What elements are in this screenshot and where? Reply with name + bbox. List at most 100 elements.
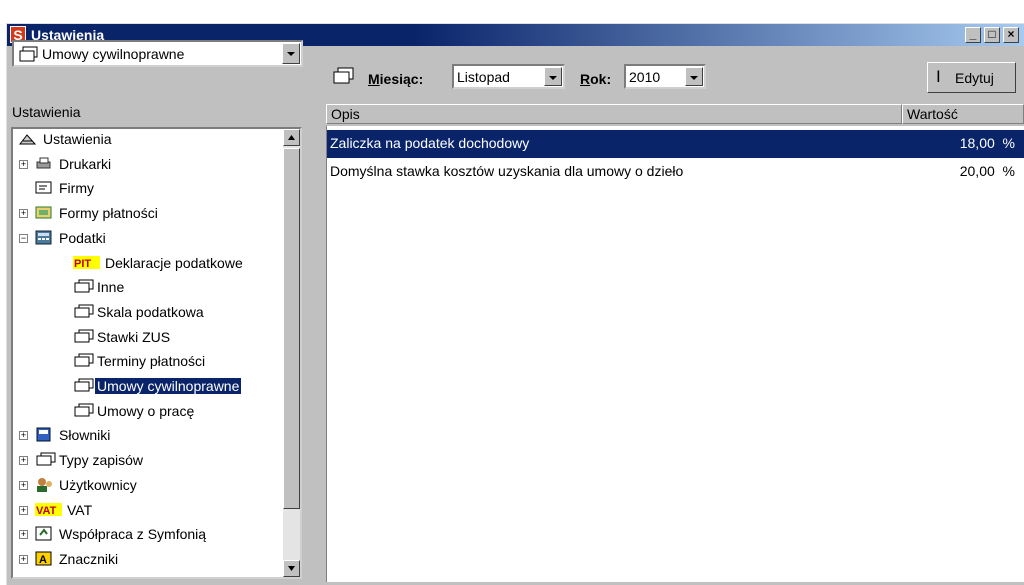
tree-item[interactable]: + A Znaczniki — [13, 549, 285, 573]
printer-icon — [35, 156, 52, 171]
tree-item-label: Stawki ZUS — [97, 328, 171, 345]
tree-item-label: Słowniki — [59, 427, 111, 444]
marker-icon: A — [35, 551, 52, 566]
svg-text:A: A — [39, 554, 47, 566]
chevron-down-icon[interactable] — [282, 43, 300, 64]
tree-item-label: Typy zapisów — [59, 452, 144, 469]
expand-icon[interactable]: + — [19, 505, 28, 515]
tree-item-label: Terminy płatności — [97, 353, 206, 370]
table-row[interactable]: Domyślna stawka kosztów uzyskania dla um… — [327, 158, 1024, 186]
cell-opis: Zaliczka na podatek dochodowy — [330, 135, 530, 151]
folder-tab-icon — [73, 378, 94, 393]
tree-item[interactable]: + Typy zapisów — [13, 450, 285, 474]
year-select-value: 2010 — [629, 69, 661, 85]
tree-item-label: Inne — [97, 279, 125, 296]
folder-tab-icon — [332, 66, 356, 89]
month-select-value: Listopad — [457, 69, 510, 85]
settings-grid[interactable]: Zaliczka na podatek dochodowy 18,00 % Domy… — [326, 126, 1024, 582]
folder-tab-icon — [19, 45, 39, 66]
svg-text:PIT: PIT — [74, 258, 91, 270]
tree-scrollbar[interactable] — [283, 129, 300, 577]
folder-tab-icon — [73, 304, 94, 319]
text-cursor-icon: I — [936, 67, 941, 86]
tree-item[interactable]: Umowy o pracę — [13, 401, 285, 425]
tree-item-label: Skala podatkowa — [97, 303, 204, 320]
cell-wartosc: 20,00 % — [959, 163, 1015, 179]
folder-tab-icon — [73, 329, 94, 344]
scroll-up-button[interactable] — [283, 129, 300, 146]
settings-tree[interactable]: Ustawienia + Drukarki Firmy + Formy płatności… — [11, 127, 302, 579]
calculator-icon — [35, 230, 52, 245]
tree-item-label: Firmy — [59, 180, 94, 197]
tree-item[interactable]: + Użytkownicy — [13, 475, 285, 499]
tree-item[interactable]: PIT Deklaracje podatkowe — [13, 253, 285, 277]
month-label: Miesiąc: — [368, 71, 424, 87]
tree-item-label: Współpraca z Symfonią — [59, 526, 207, 543]
expand-icon[interactable]: + — [19, 480, 28, 490]
settings-category-select[interactable]: Umowy cywilnoprawne — [12, 40, 303, 67]
tree-item[interactable]: Umowy cywilnoprawne — [13, 376, 285, 400]
tree-item-label: Podatki — [59, 229, 106, 246]
tree-item[interactable]: Inne — [13, 277, 285, 301]
tree-item[interactable]: Stawki ZUS — [13, 327, 285, 351]
tree-item-label: Umowy o pracę — [97, 402, 195, 419]
pit-icon: PIT — [73, 255, 100, 270]
tree-item-label: Umowy cywilnoprawne — [93, 377, 243, 395]
tree-item[interactable]: Ustawienia — [13, 129, 285, 153]
folder-tab-icon — [73, 353, 94, 368]
tree-item-label: Drukarki — [59, 155, 112, 172]
scroll-down-button[interactable] — [283, 560, 300, 577]
table-row[interactable]: Zaliczka na podatek dochodowy 18,00 % — [327, 130, 1024, 158]
category-select-value: Umowy cywilnoprawne — [42, 46, 185, 62]
expand-icon[interactable]: + — [19, 530, 28, 540]
tree-item[interactable]: − Podatki — [13, 228, 285, 252]
tree-item[interactable]: + Współpraca z Symfonią — [13, 524, 285, 548]
maximize-button[interactable]: □ — [984, 27, 1000, 43]
cell-opis: Domyślna stawka kosztów uzyskania dla um… — [330, 163, 684, 179]
tree-item[interactable]: Skala podatkowa — [13, 302, 285, 326]
tree-item[interactable]: + Słowniki — [13, 425, 285, 449]
folder-tab-icon — [73, 279, 94, 294]
svg-text:VAT: VAT — [36, 505, 57, 517]
edit-button[interactable]: I Edytuj — [927, 62, 1016, 93]
minimize-button[interactable]: _ — [965, 27, 981, 43]
expand-icon[interactable]: + — [19, 431, 28, 441]
tree-item[interactable]: + Formy płatności — [13, 203, 285, 227]
edit-button-label: Edytuj — [955, 70, 994, 86]
tree-item-label: Ustawienia — [43, 131, 112, 147]
expand-icon[interactable]: + — [19, 159, 28, 169]
cell-wartosc: 18,00 % — [959, 135, 1015, 151]
folder-tab-icon — [35, 452, 56, 467]
column-header-opis[interactable]: Opis — [326, 104, 902, 124]
vat-icon: VAT — [35, 502, 62, 517]
tree-item[interactable]: + Drukarki — [13, 154, 285, 178]
tree-item-label: Znaczniki — [59, 550, 119, 567]
settings-root-icon — [18, 131, 37, 146]
company-card-icon — [35, 180, 52, 195]
dictionary-icon — [35, 427, 52, 442]
chevron-down-icon[interactable] — [685, 67, 703, 86]
folder-tab-icon — [73, 403, 94, 418]
payment-forms-icon — [35, 205, 52, 220]
expand-icon[interactable]: + — [19, 456, 28, 466]
tree-item-label: Formy płatności — [59, 205, 158, 222]
collapse-icon[interactable]: − — [19, 233, 28, 243]
month-select[interactable]: Listopad — [452, 64, 565, 89]
year-select[interactable]: 2010 — [624, 64, 706, 89]
expand-icon[interactable]: + — [19, 554, 28, 564]
close-button[interactable]: × — [1003, 27, 1019, 43]
chevron-down-icon[interactable] — [544, 67, 562, 86]
column-header-wartosc[interactable]: Wartość — [902, 104, 1024, 124]
users-icon — [35, 477, 52, 492]
tree-item[interactable]: + VAT VAT — [13, 500, 285, 524]
tree-header: Ustawienia — [12, 104, 81, 120]
tree-item[interactable]: Firmy — [13, 178, 285, 202]
tree-item-label: Użytkownicy — [59, 476, 137, 493]
tree-item[interactable]: Terminy płatności — [13, 351, 285, 375]
expand-icon[interactable]: + — [19, 209, 28, 219]
integration-icon — [35, 526, 52, 541]
tree-item-label: VAT — [67, 501, 93, 518]
scroll-thumb[interactable] — [283, 148, 300, 509]
tree-item-label: Deklaracje podatkowe — [105, 254, 243, 271]
year-label: Rok: — [580, 71, 612, 87]
